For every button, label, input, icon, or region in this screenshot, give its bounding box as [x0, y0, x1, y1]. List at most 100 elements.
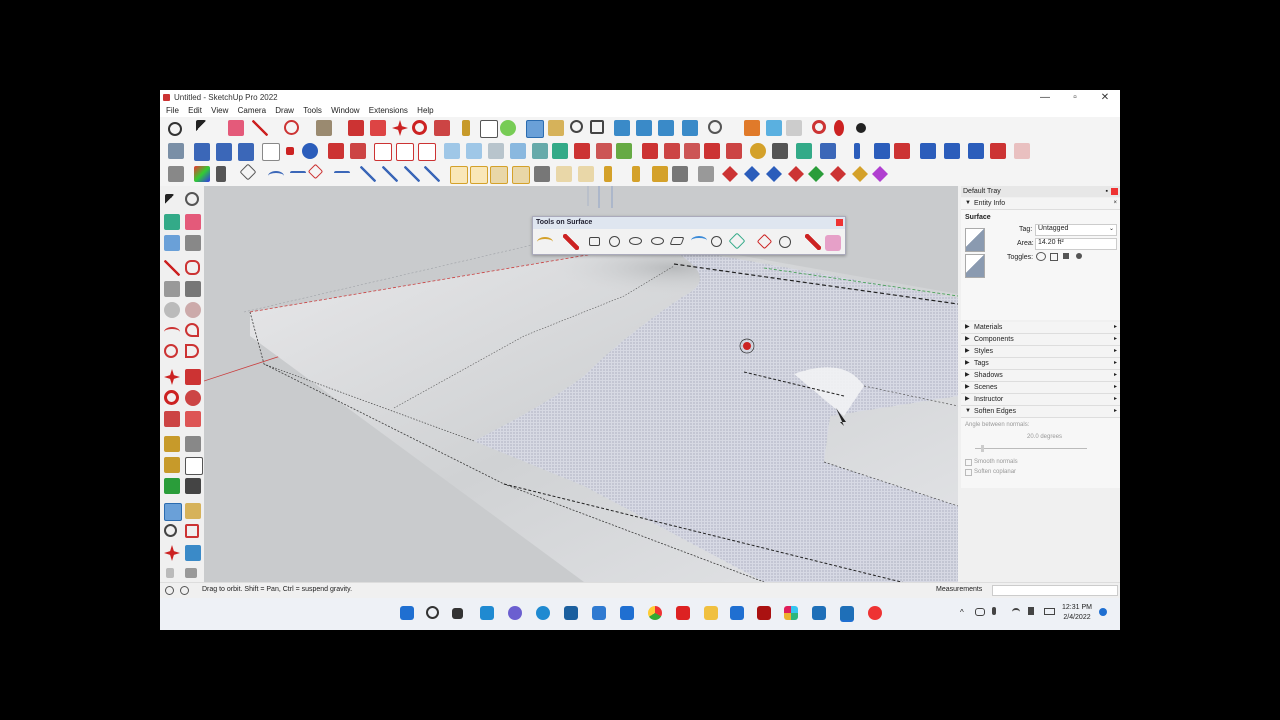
menu-file[interactable]: File [166, 106, 179, 115]
tos-line-icon[interactable] [563, 234, 579, 250]
entity-info-header[interactable]: ▼ Entity Info × [961, 198, 1120, 210]
curve-icon[interactable] [334, 171, 350, 181]
panel-styles[interactable]: ▶ Styles ▸ [961, 346, 1120, 358]
tos-arc-2-icon[interactable] [691, 236, 707, 245]
xray-icon[interactable] [444, 143, 460, 159]
warehouse-icon[interactable] [744, 120, 760, 136]
eraser-icon[interactable] [228, 120, 244, 136]
dimension-icon[interactable] [185, 436, 201, 452]
views-front-icon[interactable] [658, 120, 674, 136]
tos-info-icon[interactable] [779, 236, 791, 248]
search-icon[interactable] [426, 606, 439, 619]
offset-icon[interactable] [185, 411, 201, 427]
panel-soften-edges[interactable]: ▼ Soften Edges ▸ [961, 406, 1120, 418]
tos-rect-icon[interactable] [589, 237, 600, 246]
select-tool-icon[interactable] [196, 120, 206, 132]
minimize-button[interactable]: — [1030, 90, 1060, 105]
zoom-left-icon[interactable] [164, 524, 177, 537]
axis-yellow-icon[interactable] [852, 166, 868, 182]
fu-tool-5-icon[interactable] [664, 143, 680, 159]
two-point-arc-icon[interactable] [185, 323, 199, 337]
pie-icon[interactable] [185, 344, 199, 358]
notification-icon[interactable] [1099, 608, 1107, 616]
wifi-icon[interactable] [1012, 608, 1020, 616]
tos-ellipse-2-icon[interactable] [651, 237, 664, 245]
stop-icon[interactable] [286, 147, 294, 155]
text-left-icon[interactable] [185, 457, 203, 475]
line-tool-icon[interactable] [252, 120, 268, 136]
play-icon[interactable] [262, 143, 280, 161]
tray-pin-icon[interactable]: ▪ [1106, 186, 1108, 197]
orbit-left-icon[interactable] [164, 503, 182, 521]
menu-view[interactable]: View [211, 106, 228, 115]
tag-tool-icon[interactable] [164, 235, 180, 251]
acrobat-icon[interactable] [676, 606, 690, 620]
restore-button[interactable]: ▫ [1060, 90, 1090, 105]
fu-tool-8-icon[interactable] [726, 143, 742, 159]
app-red-icon[interactable] [757, 606, 771, 620]
zoom-icon[interactable] [570, 120, 583, 133]
layer-icon[interactable] [698, 166, 714, 182]
redo-icon[interactable] [990, 143, 1006, 159]
zoom-window-icon[interactable] [185, 524, 199, 538]
edge-icon[interactable] [536, 606, 550, 620]
file-explorer-icon[interactable] [704, 606, 718, 620]
arc-2-icon[interactable] [290, 171, 306, 181]
fu-tool-15-icon[interactable] [944, 143, 960, 159]
chevron-up-icon[interactable]: ^ [960, 608, 964, 617]
calendar-icon[interactable] [592, 606, 606, 620]
chrome-icon[interactable] [648, 606, 662, 620]
outlook-icon[interactable] [730, 606, 744, 620]
axis-blue-icon[interactable] [744, 166, 760, 182]
fold-6-icon[interactable] [556, 166, 572, 182]
fold-3-icon[interactable] [490, 166, 508, 184]
solid-subtract-icon[interactable] [350, 143, 366, 159]
axis-green-icon[interactable] [808, 166, 824, 182]
menu-help[interactable]: Help [417, 106, 433, 115]
rotate-left-icon[interactable] [164, 390, 179, 405]
start-icon[interactable] [400, 606, 414, 620]
tos-ellipse-icon[interactable] [629, 237, 642, 245]
tape-measure-icon[interactable] [462, 120, 470, 136]
paint-bucket-left-icon[interactable] [164, 214, 180, 230]
fu-tool-11-icon[interactable] [854, 143, 860, 159]
shaded-icon[interactable] [510, 143, 526, 159]
panel-materials[interactable]: ▶ Materials ▸ [961, 322, 1120, 334]
model-viewport[interactable]: Tools on Surface [204, 186, 958, 582]
arc-left-icon[interactable] [164, 327, 180, 337]
follow-me-icon[interactable] [370, 120, 386, 136]
app-record-icon[interactable] [868, 606, 882, 620]
freehand-icon[interactable] [185, 260, 200, 275]
pencil-4-icon[interactable] [672, 166, 688, 182]
tos-offset-icon[interactable] [728, 232, 746, 250]
sub-icon[interactable] [238, 143, 254, 161]
arc-1-icon[interactable] [268, 171, 284, 181]
three-point-arc-icon[interactable] [164, 344, 178, 358]
angle-slider-thumb[interactable] [981, 445, 984, 452]
back-face-swatch[interactable] [965, 254, 985, 278]
menu-window[interactable]: Window [331, 106, 359, 115]
section-display-icon[interactable] [396, 143, 414, 161]
shadow-receive-icon[interactable] [1076, 253, 1082, 259]
protractor-icon[interactable] [164, 457, 180, 473]
pencil-1-icon[interactable] [604, 166, 612, 182]
views-right-icon[interactable] [682, 120, 698, 136]
axis-red-2-icon[interactable] [788, 166, 804, 182]
eraser-left-icon[interactable] [185, 214, 201, 230]
move-tool-icon[interactable] [392, 120, 408, 136]
fu-tool-13-icon[interactable] [894, 143, 910, 159]
pencil-left-icon[interactable] [185, 235, 201, 251]
lock-icon[interactable] [1050, 253, 1058, 261]
pan-tool-icon[interactable] [548, 120, 564, 136]
help-icon[interactable] [302, 143, 318, 159]
xyz-icon[interactable] [216, 143, 232, 161]
extension-manager-icon[interactable] [834, 120, 844, 136]
slack-icon[interactable] [784, 606, 798, 620]
measurements-input[interactable] [992, 585, 1118, 596]
3d-text-icon[interactable] [185, 478, 201, 494]
tos-circle-icon[interactable] [609, 236, 620, 247]
components-icon[interactable] [786, 120, 802, 136]
pencil-2-icon[interactable] [632, 166, 640, 182]
component-icon[interactable] [185, 192, 199, 206]
tools-on-surface-close-button[interactable] [836, 219, 843, 226]
